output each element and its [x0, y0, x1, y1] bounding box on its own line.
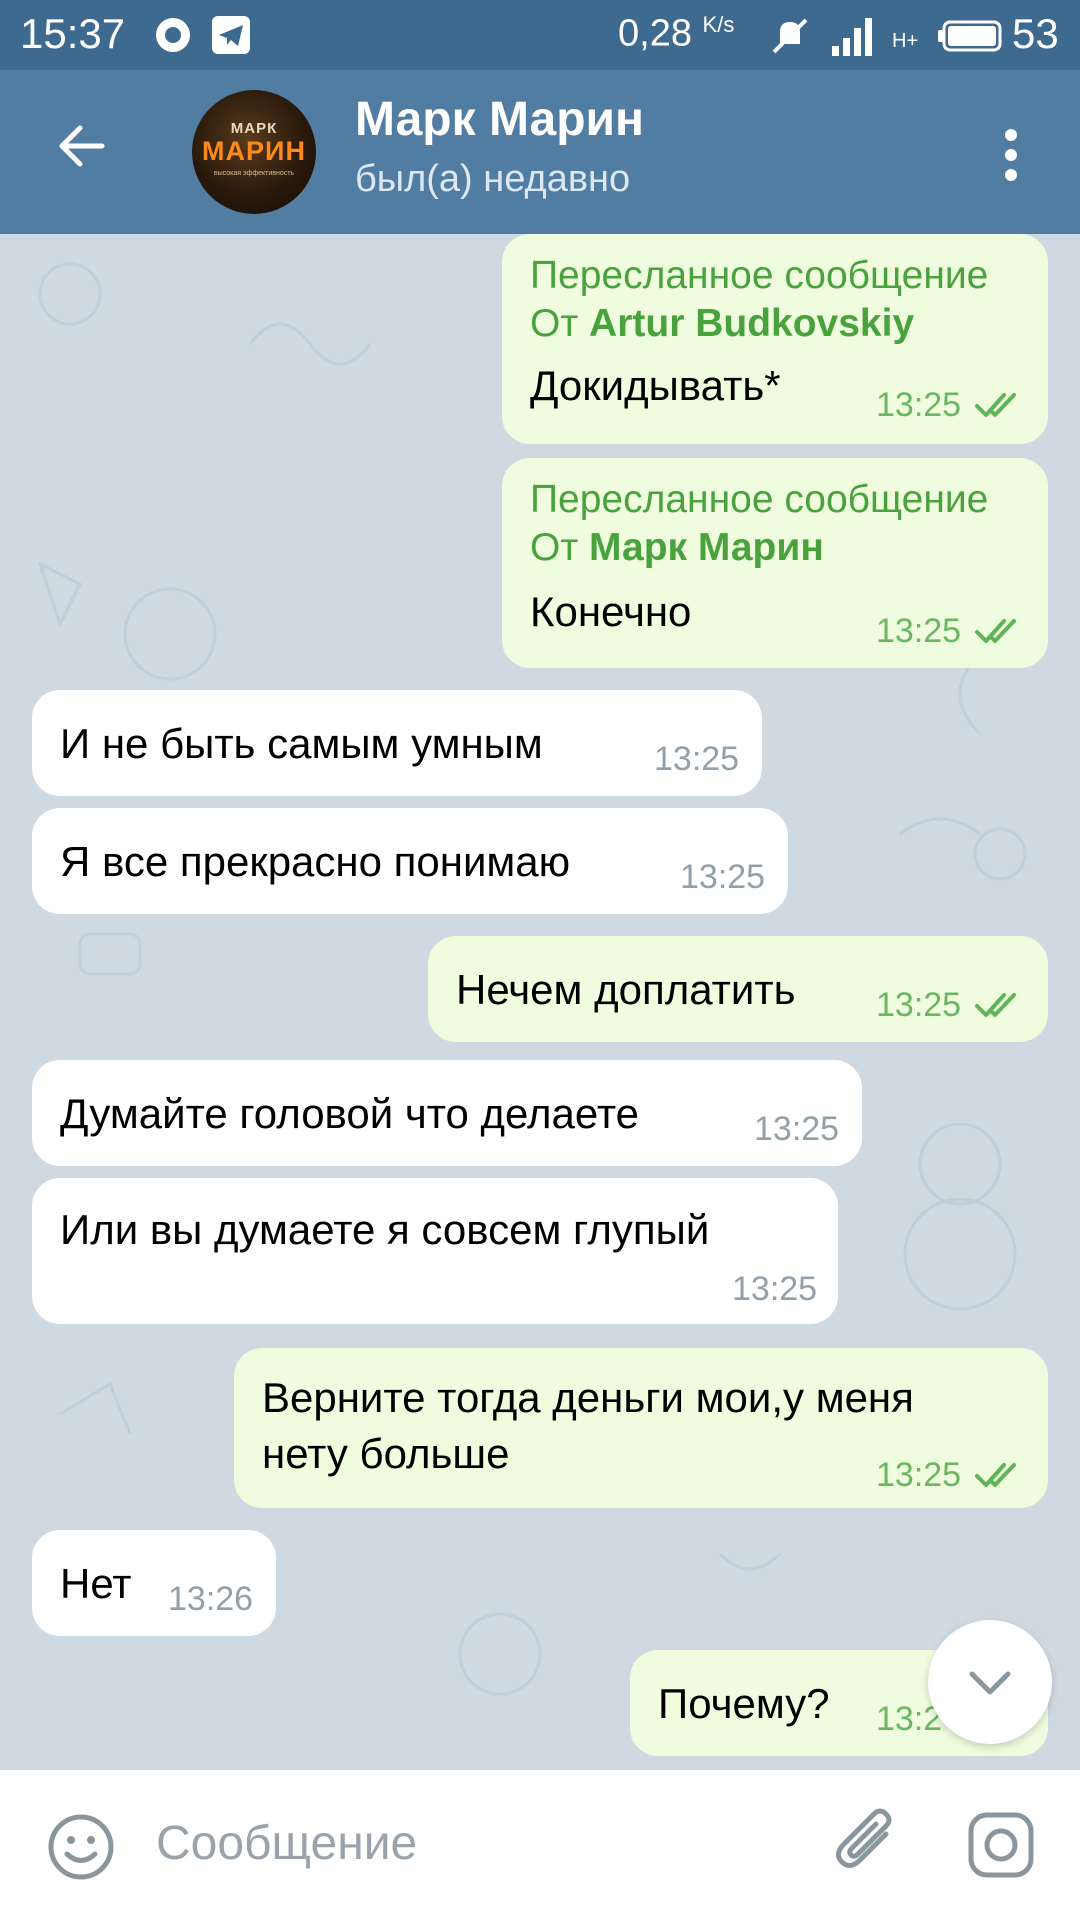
sync-icon [156, 18, 190, 52]
message-time: 13:25 [876, 1456, 962, 1494]
message-text: Нечем доплатить [456, 966, 796, 1013]
outgoing-message[interactable]: Нечем доплатить 13:25 [428, 936, 1048, 1042]
message-time: 13:25 [754, 1110, 840, 1148]
message-text: Почему? [658, 1680, 830, 1727]
message-time: 13:25 [876, 386, 962, 424]
forward-from[interactable]: От Artur Budkovskiy [530, 302, 914, 346]
message-time: 13:25 [876, 986, 962, 1024]
double-check-icon [975, 1463, 1016, 1487]
message-text-line2: нету больше [262, 1430, 510, 1477]
message-input-bar: Сообщение [0, 1770, 1080, 1920]
network-speed: 0,28 K/s [618, 12, 735, 55]
message-input[interactable]: Сообщение [156, 1816, 417, 1871]
message-time: 13:25 [876, 612, 962, 650]
contact-status: был(а) недавно [355, 158, 631, 200]
status-time: 15:37 [20, 10, 126, 57]
chevron-down-icon [969, 1671, 1011, 1695]
more-vert-icon[interactable] [996, 125, 1026, 185]
message-time: 13:25 [680, 858, 766, 896]
emoji-icon[interactable] [46, 1812, 116, 1882]
message-text-line1: Верните тогда деньги мои,у меня [262, 1374, 914, 1421]
outgoing-message[interactable]: Пересланное сообщение От Artur Budkovski… [502, 234, 1048, 444]
message-text: Конечно [530, 588, 692, 635]
attach-icon[interactable] [830, 1804, 910, 1884]
message-text: Нет [60, 1560, 132, 1607]
battery-level: 53 [1012, 10, 1059, 57]
battery-icon [938, 20, 1002, 52]
chat-area[interactable]: Пересланное сообщение От Artur Budkovski… [0, 234, 1080, 1770]
incoming-message[interactable]: И не быть самым умным 13:25 [32, 690, 762, 796]
message-text: Или вы думаете я совсем глупый [60, 1206, 710, 1253]
message-time: 13:25 [732, 1270, 818, 1308]
telegram-icon [212, 16, 250, 54]
signal-icon [832, 18, 872, 56]
outgoing-message[interactable]: Верните тогда деньги мои,у меня нету бол… [234, 1348, 1048, 1508]
message-text: Думайте головой что делаете [60, 1090, 639, 1137]
forward-from[interactable]: От Марк Марин [530, 526, 824, 570]
incoming-message[interactable]: Нет 13:26 [32, 1530, 276, 1636]
camera-icon[interactable] [966, 1810, 1036, 1880]
chat-header: МАРК МАРИН высокая эффективность Марк Ма… [0, 70, 1080, 234]
network-type: H+ [892, 30, 919, 52]
back-arrow-icon[interactable] [52, 116, 112, 176]
avatar[interactable]: МАРК МАРИН высокая эффективность [192, 90, 316, 214]
double-check-icon [975, 619, 1016, 643]
incoming-message[interactable]: Или вы думаете я совсем глупый 13:25 [32, 1178, 838, 1324]
status-bar: 15:37 0,28 K/s H+ 53 [0, 0, 1080, 70]
incoming-message[interactable]: Я все прекрасно понимаю 13:25 [32, 808, 788, 914]
scroll-down-button[interactable] [928, 1620, 1052, 1744]
forward-label: Пересланное сообщение [530, 254, 989, 297]
message-text: Я все прекрасно понимаю [60, 838, 571, 885]
mute-icon [772, 18, 808, 54]
message-time: 13:25 [654, 740, 740, 778]
outgoing-message[interactable]: Пересланное сообщение От Марк Марин Коне… [502, 458, 1048, 668]
contact-name[interactable]: Марк Марин [355, 92, 644, 147]
forward-label: Пересланное сообщение [530, 478, 989, 521]
double-check-icon [975, 393, 1016, 417]
message-time: 13:26 [168, 1580, 254, 1618]
message-text: И не быть самым умным [60, 720, 543, 767]
double-check-icon [975, 993, 1016, 1017]
message-text: Докидывать* [530, 362, 781, 409]
incoming-message[interactable]: Думайте головой что делаете 13:25 [32, 1060, 862, 1166]
